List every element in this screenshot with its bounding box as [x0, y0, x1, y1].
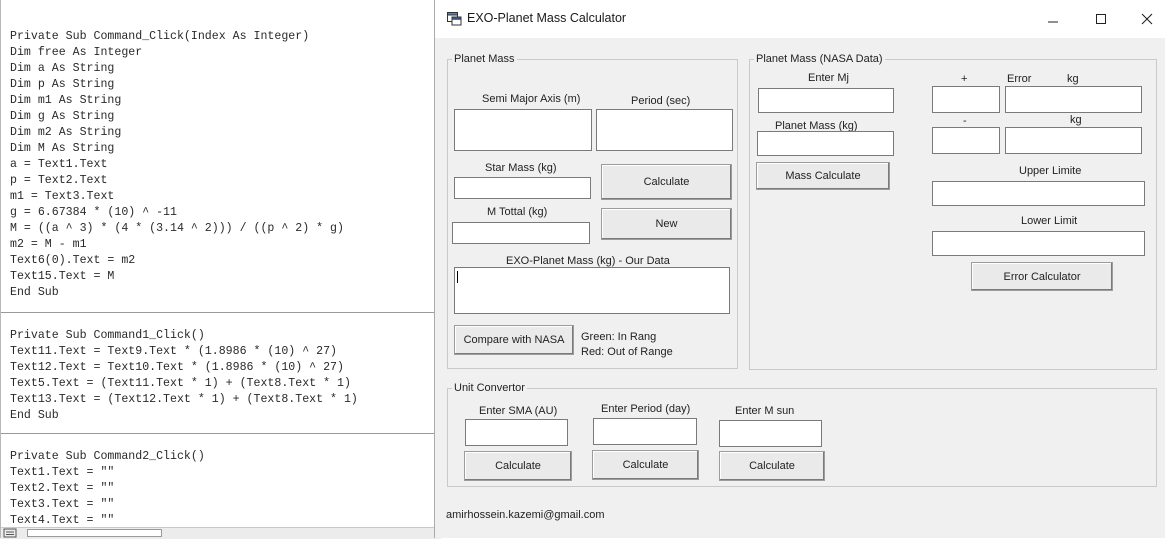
code-line[interactable]: Text13.Text = (Text12.Text * 1) + (Text8…	[10, 392, 358, 408]
error-label: Error	[1007, 73, 1032, 85]
code-line[interactable]: Dim m1 As String	[10, 93, 121, 109]
code-line[interactable]: g = 6.67384 * (10) ^ -11	[10, 205, 177, 221]
code-line[interactable]: Dim free As Integer	[10, 45, 142, 61]
text-caret	[457, 271, 458, 283]
procedure-separator	[1, 312, 441, 313]
upper-limit-label: Upper Limite	[1019, 165, 1082, 177]
exo-mass-textbox[interactable]	[454, 267, 730, 314]
code-line[interactable]: End Sub	[10, 408, 59, 424]
calculate-sma-button[interactable]: Calculate	[464, 451, 572, 481]
minus-error-small-textbox[interactable]	[932, 127, 1000, 154]
enter-mj-label: Enter Mj	[808, 72, 849, 84]
kg-label-minus: kg	[1070, 114, 1082, 126]
nasa-group-label: Planet Mass (NASA Data)	[754, 52, 885, 66]
code-line[interactable]: Text6(0).Text = m2	[10, 253, 135, 269]
red-legend: Red: Out of Range	[581, 346, 673, 358]
window-title: EXO-Planet Mass Calculator	[467, 11, 627, 25]
unit-convertor-group-label: Unit Convertor	[452, 381, 527, 395]
m-total-label: M Tottal (kg)	[487, 206, 548, 218]
code-line[interactable]: Text11.Text = Text9.Text * (1.8986 * (10…	[10, 344, 337, 360]
code-line[interactable]: M = ((a ^ 3) * (4 * (3.14 ^ 2))) / ((p ^…	[10, 221, 344, 237]
lower-limit-textbox[interactable]	[932, 231, 1145, 256]
code-line[interactable]: Dim m2 As String	[10, 125, 121, 141]
code-editor[interactable]: Private Sub Command_Click(Index As Integ…	[0, 0, 441, 539]
code-line[interactable]: m2 = M - m1	[10, 237, 87, 253]
code-line[interactable]: Text15.Text = M	[10, 269, 114, 285]
code-line[interactable]: Dim M As String	[10, 141, 114, 157]
kg-label-plus: kg	[1067, 73, 1079, 85]
plus-label: +	[961, 73, 968, 85]
star-mass-label: Star Mass (kg)	[485, 162, 557, 174]
period-day-textbox[interactable]	[593, 418, 697, 445]
maximize-icon[interactable]	[1086, 6, 1116, 32]
period-textbox[interactable]	[596, 109, 733, 151]
author-email: amirhossein.kazemi@gmail.com	[446, 509, 605, 521]
plus-error-textbox[interactable]	[1005, 86, 1142, 113]
star-mass-textbox[interactable]	[454, 177, 591, 199]
code-line[interactable]: Text1.Text = ""	[10, 465, 114, 481]
code-line[interactable]: p = Text2.Text	[10, 173, 107, 189]
code-line[interactable]: a = Text1.Text	[10, 157, 107, 173]
code-line[interactable]: Text5.Text = (Text11.Text * 1) + (Text8.…	[10, 376, 351, 392]
sma-label: Semi Major Axis (m)	[482, 93, 581, 105]
new-button[interactable]: New	[601, 208, 732, 240]
code-line[interactable]: Dim p As String	[10, 77, 114, 93]
m-sun-textbox[interactable]	[719, 420, 822, 447]
planet-mass-kg-textbox[interactable]	[757, 131, 894, 156]
vb-form-icon	[447, 12, 462, 26]
code-line[interactable]: End Sub	[10, 285, 59, 301]
code-line[interactable]: Text2.Text = ""	[10, 481, 114, 497]
sma-textbox[interactable]	[454, 109, 592, 151]
minimize-icon[interactable]	[1038, 6, 1068, 32]
period-label: Period (sec)	[631, 95, 691, 107]
upper-limit-textbox[interactable]	[932, 181, 1145, 206]
code-line[interactable]: Dim a As String	[10, 61, 114, 77]
period-day-label: Enter Period (day)	[601, 403, 691, 415]
mass-calculate-button[interactable]: Mass Calculate	[756, 162, 890, 190]
title-bar[interactable]: EXO-Planet Mass Calculator	[435, 0, 1165, 38]
minus-error-textbox[interactable]	[1005, 127, 1142, 154]
code-line[interactable]: Private Sub Command_Click(Index As Integ…	[10, 29, 309, 45]
lower-limit-label: Lower Limit	[1021, 215, 1078, 227]
compare-nasa-button[interactable]: Compare with NASA	[454, 325, 574, 355]
code-line[interactable]: Private Sub Command2_Click()	[10, 449, 205, 465]
green-legend: Green: In Rang	[581, 331, 657, 343]
code-line[interactable]: Private Sub Command1_Click()	[10, 328, 205, 344]
calculator-window: EXO-Planet Mass Calculator Planet Mass S…	[434, 0, 1165, 538]
procedure-view-icon[interactable]	[3, 528, 17, 538]
close-icon[interactable]	[1132, 6, 1162, 32]
code-line[interactable]: Dim g As String	[10, 109, 114, 125]
calculate-period-button[interactable]: Calculate	[592, 450, 699, 480]
plus-error-small-textbox[interactable]	[932, 86, 1000, 113]
m-sun-label: Enter M sun	[735, 405, 795, 417]
m-total-textbox[interactable]	[452, 222, 590, 244]
sma-au-textbox[interactable]	[465, 419, 568, 446]
code-line[interactable]: Text3.Text = ""	[10, 497, 114, 513]
planet-mass-group-label: Planet Mass	[452, 52, 517, 66]
error-calculator-button[interactable]: Error Calculator	[971, 262, 1113, 291]
enter-mj-textbox[interactable]	[758, 88, 894, 113]
calculate-msun-button[interactable]: Calculate	[719, 451, 825, 481]
code-line[interactable]: m1 = Text3.Text	[10, 189, 114, 205]
procedure-separator	[1, 433, 441, 434]
calculate-button[interactable]: Calculate	[601, 164, 732, 200]
code-line[interactable]: Text12.Text = Text10.Text * (1.8986 * (1…	[10, 360, 344, 376]
sma-au-label: Enter SMA (AU)	[479, 405, 558, 417]
horizontal-scrollbar[interactable]	[27, 529, 162, 537]
